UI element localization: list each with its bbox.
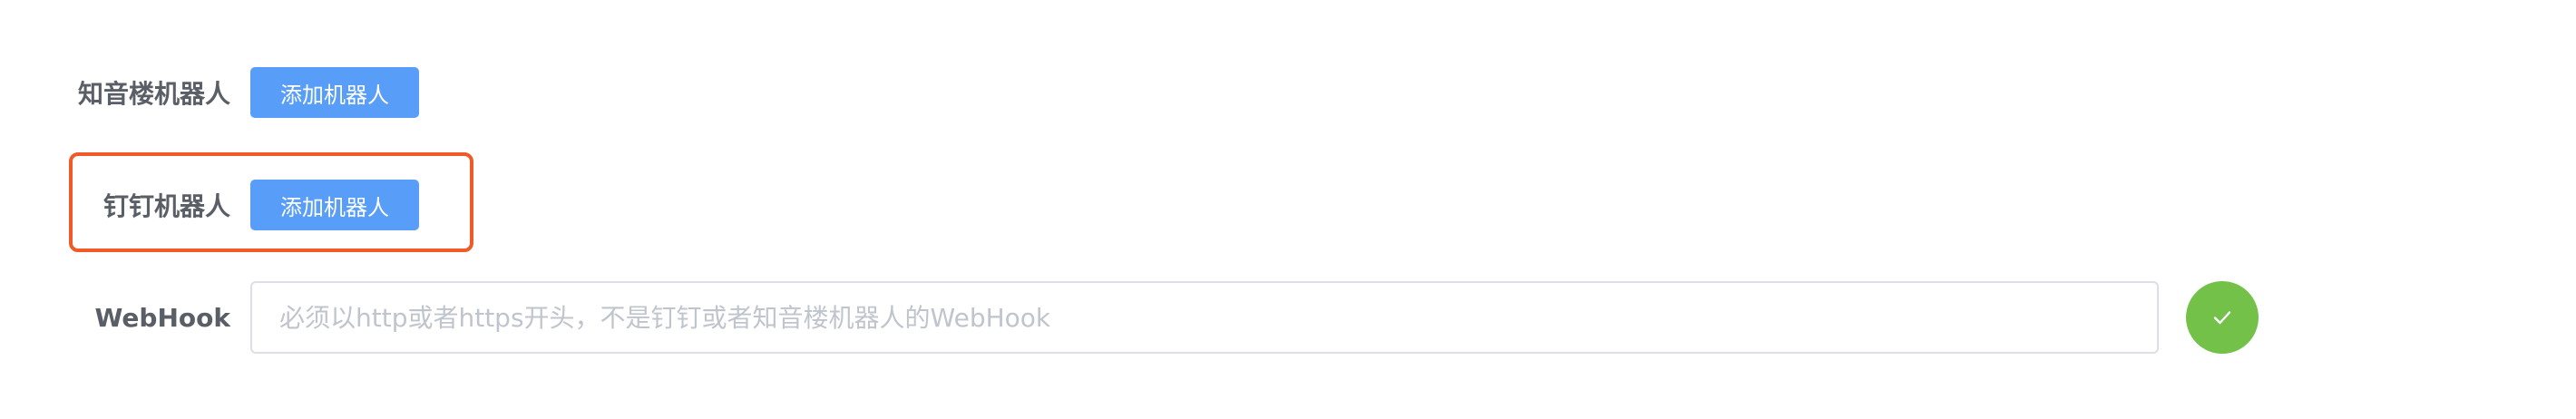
webhook-row: WebHook <box>0 281 2259 354</box>
check-icon <box>2213 311 2231 325</box>
add-dingding-robot-button[interactable]: 添加机器人 <box>250 180 419 230</box>
add-zhiyin-robot-button[interactable]: 添加机器人 <box>250 67 419 118</box>
zhiyin-robot-row: 知音楼机器人 添加机器人 <box>0 67 419 118</box>
dingding-robot-label: 钉钉机器人 <box>102 191 230 221</box>
webhook-input[interactable] <box>250 281 2159 354</box>
confirm-webhook-button[interactable] <box>2186 281 2259 354</box>
dingding-robot-row: 钉钉机器人 添加机器人 <box>0 180 419 230</box>
zhiyin-robot-label: 知音楼机器人 <box>77 79 230 109</box>
webhook-label: WebHook <box>94 302 230 333</box>
